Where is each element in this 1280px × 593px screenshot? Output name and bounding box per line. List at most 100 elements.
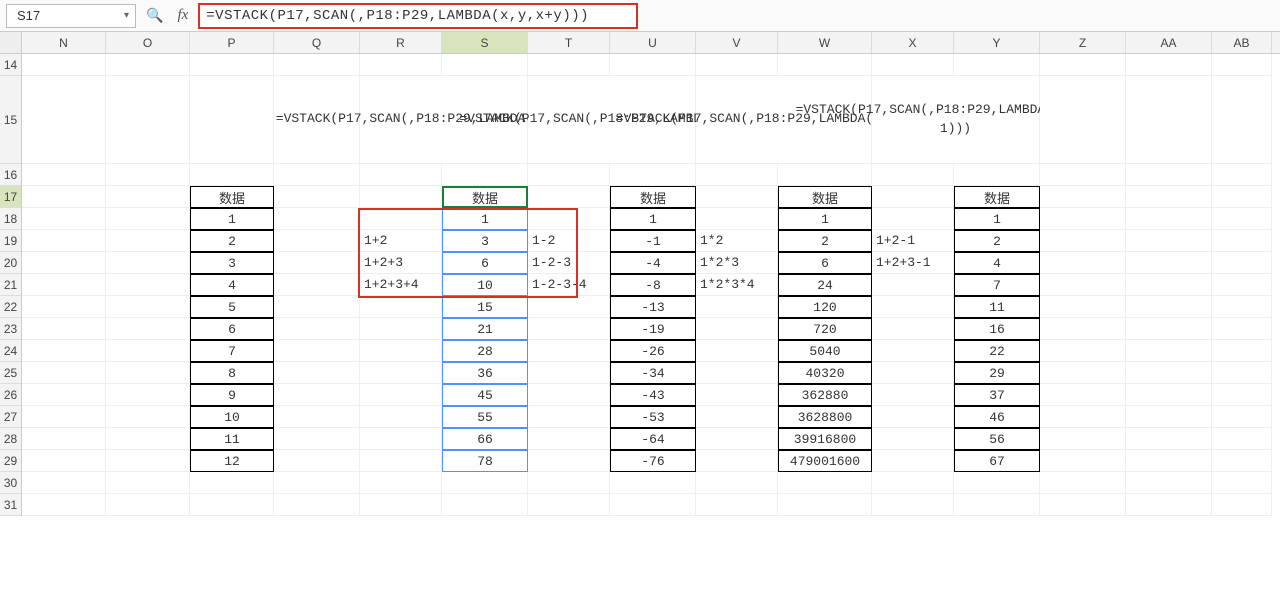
cell[interactable] <box>954 494 1040 516</box>
cell-P19[interactable]: 2 <box>190 230 274 252</box>
cell-T21[interactable]: 1-2-3-4 <box>528 274 610 296</box>
cell[interactable] <box>106 54 190 76</box>
cell-P26[interactable]: 9 <box>190 384 274 406</box>
cell-R21[interactable]: 1+2+3+4 <box>360 274 442 296</box>
cell-P27[interactable]: 10 <box>190 406 274 428</box>
cell[interactable] <box>1212 296 1272 318</box>
cell[interactable] <box>106 406 190 428</box>
cell[interactable] <box>1212 362 1272 384</box>
cell[interactable] <box>190 54 274 76</box>
cell-Y25[interactable]: 29 <box>954 362 1040 384</box>
cell-S24[interactable]: 28 <box>442 340 528 362</box>
row-header[interactable]: 30 <box>0 472 21 494</box>
col-header[interactable]: W <box>778 32 872 53</box>
row-header-selected[interactable]: 17 <box>0 186 21 208</box>
cell-W18[interactable]: 1 <box>778 208 872 230</box>
cell[interactable] <box>1126 274 1212 296</box>
cell[interactable] <box>442 472 528 494</box>
cell-Y24[interactable]: 22 <box>954 340 1040 362</box>
cell[interactable] <box>1040 76 1126 164</box>
cell[interactable] <box>22 230 106 252</box>
col-header[interactable]: Y <box>954 32 1040 53</box>
cell-P20[interactable]: 3 <box>190 252 274 274</box>
cell-P29[interactable]: 12 <box>190 450 274 472</box>
cell-X21[interactable] <box>872 274 954 296</box>
cell[interactable] <box>106 450 190 472</box>
cell[interactable] <box>190 472 274 494</box>
cell[interactable] <box>1040 252 1126 274</box>
cell[interactable] <box>1040 428 1126 450</box>
cell[interactable] <box>872 472 954 494</box>
cell[interactable] <box>1040 384 1126 406</box>
row-header[interactable]: 28 <box>0 428 21 450</box>
cell[interactable] <box>106 384 190 406</box>
name-box[interactable]: S17 ▾ <box>6 4 136 28</box>
cell[interactable] <box>360 164 442 186</box>
cell[interactable] <box>106 362 190 384</box>
cell[interactable] <box>274 472 360 494</box>
cell-X18[interactable] <box>872 208 954 230</box>
cell[interactable] <box>360 54 442 76</box>
cell[interactable] <box>1212 164 1272 186</box>
cell[interactable] <box>1212 450 1272 472</box>
row-header[interactable]: 24 <box>0 340 21 362</box>
cell-S28[interactable]: 66 <box>442 428 528 450</box>
col-header[interactable]: N <box>22 32 106 53</box>
cell-P24[interactable]: 7 <box>190 340 274 362</box>
cell[interactable] <box>22 252 106 274</box>
cell[interactable] <box>1212 76 1272 164</box>
cell-W27[interactable]: 3628800 <box>778 406 872 428</box>
cell-V26[interactable] <box>696 384 778 406</box>
cell-X23[interactable] <box>872 318 954 340</box>
cell[interactable] <box>954 164 1040 186</box>
cell[interactable] <box>872 494 954 516</box>
cell[interactable] <box>106 340 190 362</box>
cell[interactable] <box>22 494 106 516</box>
cell-R26[interactable] <box>360 384 442 406</box>
cell[interactable] <box>1212 494 1272 516</box>
cell[interactable] <box>274 450 360 472</box>
cell[interactable] <box>1126 164 1212 186</box>
cell-Y20[interactable]: 4 <box>954 252 1040 274</box>
cell[interactable] <box>1040 494 1126 516</box>
row-header[interactable]: 26 <box>0 384 21 406</box>
cell-X24[interactable] <box>872 340 954 362</box>
data-header-W[interactable]: 数据 <box>778 186 872 208</box>
cell[interactable] <box>1212 274 1272 296</box>
col-header-selected[interactable]: S <box>442 32 528 53</box>
data-header-S-selected[interactable]: 数据 <box>442 186 528 208</box>
cell[interactable] <box>1040 406 1126 428</box>
cell-P28[interactable]: 11 <box>190 428 274 450</box>
cell-P18[interactable]: 1 <box>190 208 274 230</box>
cell[interactable] <box>1212 54 1272 76</box>
cell-W29[interactable]: 479001600 <box>778 450 872 472</box>
cell-Y21[interactable]: 7 <box>954 274 1040 296</box>
cell-S29[interactable]: 78 <box>442 450 528 472</box>
row-header[interactable]: 31 <box>0 494 21 516</box>
cell-V28[interactable] <box>696 428 778 450</box>
formula-input[interactable]: =VSTACK(P17,SCAN(,P18:P29,LAMBDA(x,y,x+y… <box>198 3 638 29</box>
cell[interactable] <box>274 428 360 450</box>
cell[interactable] <box>1126 296 1212 318</box>
col-header[interactable]: AA <box>1126 32 1212 53</box>
cell-U22[interactable]: -13 <box>610 296 696 318</box>
cell[interactable] <box>22 472 106 494</box>
col-header[interactable]: O <box>106 32 190 53</box>
cell-U24[interactable]: -26 <box>610 340 696 362</box>
cell-R25[interactable] <box>360 362 442 384</box>
cell-X25[interactable] <box>872 362 954 384</box>
cell[interactable] <box>274 54 360 76</box>
cell[interactable] <box>696 494 778 516</box>
cell-Y19[interactable]: 2 <box>954 230 1040 252</box>
cell[interactable] <box>528 472 610 494</box>
cell[interactable] <box>1126 494 1212 516</box>
search-icon[interactable]: 🔍 <box>142 7 167 24</box>
cell[interactable] <box>106 472 190 494</box>
cell[interactable] <box>1126 208 1212 230</box>
cell-X27[interactable] <box>872 406 954 428</box>
cell[interactable] <box>1126 428 1212 450</box>
cell-W23[interactable]: 720 <box>778 318 872 340</box>
cell-S26[interactable]: 45 <box>442 384 528 406</box>
cell-W21[interactable]: 24 <box>778 274 872 296</box>
cell-R20[interactable]: 1+2+3 <box>360 252 442 274</box>
